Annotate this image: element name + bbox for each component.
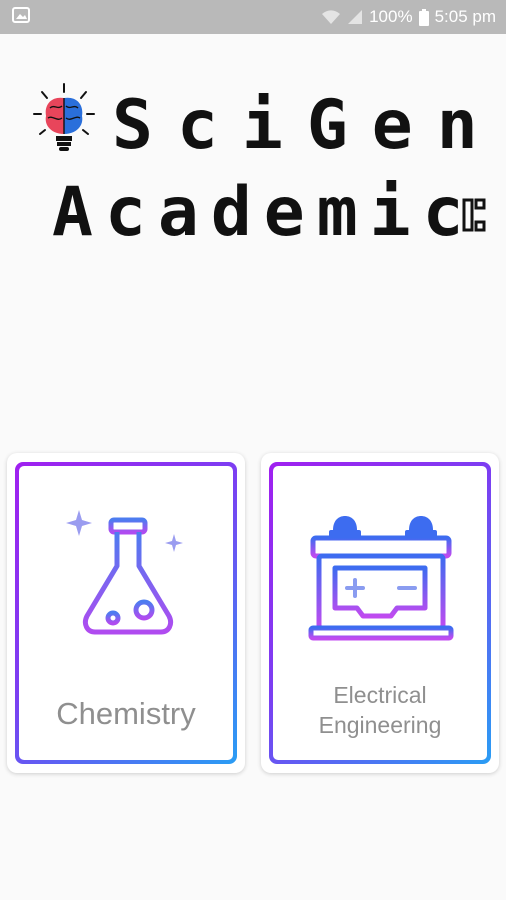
image-icon xyxy=(12,6,30,28)
logo-academic-text: Academic xyxy=(52,173,476,252)
electrical-label-line2: Engineering xyxy=(318,712,442,738)
magnet-icon xyxy=(462,198,486,237)
chemistry-card[interactable]: Chemistry xyxy=(7,453,245,773)
electrical-card-body: Electrical Engineering xyxy=(273,466,487,760)
app-logo: SciGen Academic xyxy=(22,70,492,260)
logo-scigen-text: SciGen xyxy=(112,85,502,165)
chemistry-card-body: Chemistry xyxy=(19,466,233,760)
status-bar: 100% 5:05 pm xyxy=(0,0,506,34)
signal-icon xyxy=(347,9,363,25)
logo-line-2: Academic xyxy=(22,170,492,255)
status-right: 100% 5:05 pm xyxy=(321,7,496,27)
electrical-engineering-card[interactable]: Electrical Engineering xyxy=(261,453,499,773)
battery-icon xyxy=(418,8,429,26)
electrical-label-line1: Electrical xyxy=(333,682,427,708)
logo-line-1: SciGen xyxy=(22,80,492,170)
car-battery-icon xyxy=(305,506,455,646)
electrical-engineering-label: Electrical Engineering xyxy=(273,680,487,740)
brain-bulb-icon xyxy=(32,82,96,171)
status-left xyxy=(12,6,30,28)
clock: 5:05 pm xyxy=(434,7,496,26)
chemistry-card-border: Chemistry xyxy=(15,462,237,764)
electrical-card-border: Electrical Engineering xyxy=(269,462,491,764)
battery-text: 100% xyxy=(369,7,413,26)
chemistry-label: Chemistry xyxy=(56,696,196,731)
wifi-icon xyxy=(321,9,341,25)
flask-icon xyxy=(61,506,191,661)
